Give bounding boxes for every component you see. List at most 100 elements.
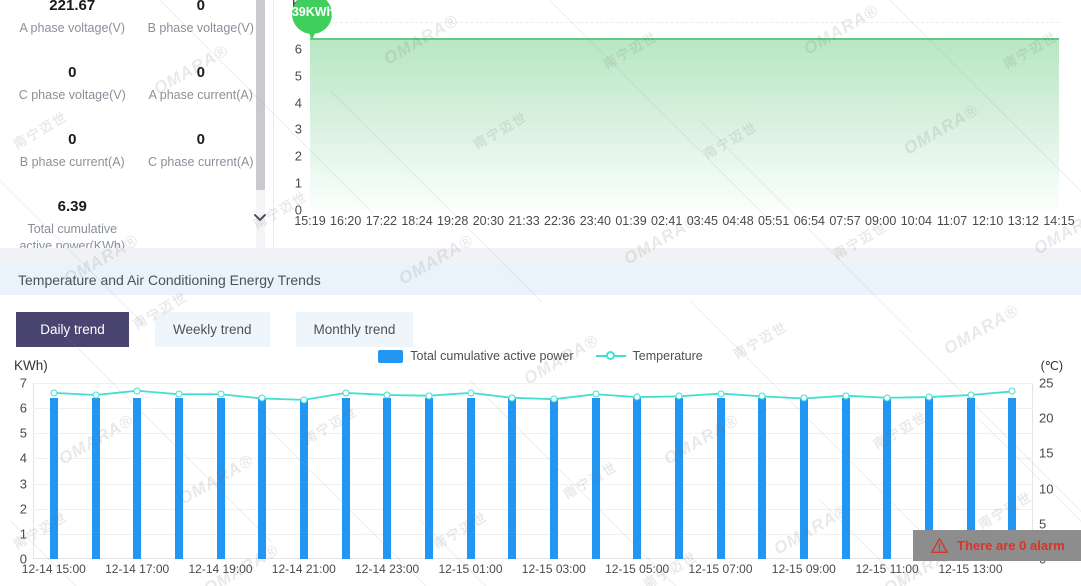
legend-item-total-cumulative-active-power[interactable]: Total cumulative active power <box>378 349 573 363</box>
temperature-data-point[interactable] <box>92 391 99 398</box>
temperature-data-point[interactable] <box>967 391 974 398</box>
top-chart-area-fill <box>310 38 1059 210</box>
bottom-chart-x-tick: 12-15 11:00 <box>856 562 919 576</box>
top-chart-gridline <box>310 22 1059 23</box>
top-chart-y-tick: 4 <box>295 95 302 110</box>
temperature-data-point[interactable] <box>384 391 391 398</box>
pin-tail <box>305 24 319 40</box>
kpi-label: B phase voltage(V) <box>139 20 264 37</box>
top-chart-x-tick: 12:10 <box>972 214 1003 228</box>
temperature-data-point[interactable] <box>717 390 724 397</box>
tab-daily-trend[interactable]: Daily trend <box>16 312 129 347</box>
temperature-data-point[interactable] <box>217 391 224 398</box>
top-chart-x-tick: 15:19 <box>294 214 325 228</box>
alarm-text: There are 0 alarm <box>957 538 1065 553</box>
legend-item-temperature[interactable]: Temperature <box>596 349 703 363</box>
kpi-a-phase-voltage: 221.67 A phase voltage(V) <box>8 0 137 39</box>
temperature-data-point[interactable] <box>134 387 141 394</box>
kpi-label: C phase current(A) <box>139 154 264 171</box>
tab-weekly-trend[interactable]: Weekly trend <box>155 312 270 347</box>
top-chart-x-tick: 02:41 <box>651 214 682 228</box>
top-chart-x-tick: 03:45 <box>687 214 718 228</box>
temperature-data-point[interactable] <box>592 391 599 398</box>
temperature-data-point[interactable] <box>1009 388 1016 395</box>
temperature-data-point[interactable] <box>342 389 349 396</box>
top-chart-x-tick: 11:07 <box>937 214 967 228</box>
tab-label: Daily trend <box>40 322 105 337</box>
top-chart-x-tick: 22:36 <box>544 214 575 228</box>
kpi-label: A phase voltage(V) <box>10 20 135 37</box>
kpi-value: 0 <box>139 0 264 16</box>
legend-label: Temperature <box>633 349 703 363</box>
temperature-data-point[interactable] <box>925 394 932 401</box>
temperature-line-series <box>33 383 1033 559</box>
temperature-data-point[interactable] <box>550 396 557 403</box>
bottom-chart-x-tick: 12-15 01:00 <box>438 562 502 576</box>
top-chart-x-tick: 23:40 <box>580 214 611 228</box>
tab-label: Weekly trend <box>173 322 252 337</box>
temperature-data-point[interactable] <box>509 394 516 401</box>
top-chart-x-tick: 09:00 <box>865 214 896 228</box>
kpi-value: 221.67 <box>10 0 135 16</box>
temperature-data-point[interactable] <box>467 389 474 396</box>
temperature-data-point[interactable] <box>300 396 307 403</box>
kpi-total-cumulative-active-power: 6.39 Total cumulative active power(KWh) <box>8 195 137 248</box>
temperature-data-point[interactable] <box>259 395 266 402</box>
temperature-data-point[interactable] <box>675 393 682 400</box>
temperature-data-point[interactable] <box>842 392 849 399</box>
top-chart-y-tick: 5 <box>295 68 302 83</box>
bottom-chart-legend: Total cumulative active power Temperatur… <box>0 349 1081 363</box>
top-chart-y-tick: 1 <box>295 176 302 191</box>
bottom-chart-left-y-tick: 4 <box>20 451 27 466</box>
bottom-chart-left-y-tick: 5 <box>20 426 27 441</box>
top-chart-y-tick: 6 <box>295 41 302 56</box>
bottom-chart-x-tick: 12-15 03:00 <box>522 562 586 576</box>
temperature-data-point[interactable] <box>800 395 807 402</box>
bottom-chart-x-tick: 12-14 21:00 <box>272 562 336 576</box>
top-chart-x-tick: 13:12 <box>1008 214 1039 228</box>
top-chart-x-tick: 20:30 <box>473 214 504 228</box>
temperature-data-point[interactable] <box>759 393 766 400</box>
top-chart-x-tick: 21:33 <box>508 214 539 228</box>
bottom-chart-left-y-tick: 3 <box>20 476 27 491</box>
kpi-panel: 221.67 A phase voltage(V) 0 B phase volt… <box>0 0 274 248</box>
kpi-b-phase-current: 0 B phase current(A) <box>8 128 137 173</box>
bottom-chart-x-tick: 12-15 05:00 <box>605 562 669 576</box>
temperature-data-point[interactable] <box>884 394 891 401</box>
kpi-c-phase-voltage: 0 C phase voltage(V) <box>8 61 137 106</box>
temperature-data-point[interactable] <box>50 389 57 396</box>
bottom-chart-left-y-tick: 2 <box>20 501 27 516</box>
kpi-label: A phase current(A) <box>139 87 264 104</box>
top-chart-x-tick: 14:15 <box>1043 214 1074 228</box>
chevron-down-icon[interactable] <box>251 208 269 226</box>
bottom-chart-x-tick: 12-15 13:00 <box>938 562 1002 576</box>
top-section: 221.67 A phase voltage(V) 0 B phase volt… <box>0 0 1081 248</box>
top-chart-x-tick: 18:24 <box>401 214 432 228</box>
tab-monthly-trend[interactable]: Monthly trend <box>296 312 414 347</box>
kpi-value: 0 <box>10 63 135 83</box>
top-chart-x-tick: 07:57 <box>829 214 860 228</box>
temperature-data-point[interactable] <box>425 392 432 399</box>
temperature-data-point[interactable] <box>634 394 641 401</box>
kpi-label: B phase current(A) <box>10 154 135 171</box>
section-title: Temperature and Air Conditioning Energy … <box>0 264 1081 295</box>
top-chart-y-tick: 3 <box>295 122 302 137</box>
pin-label: 39KWh <box>291 5 335 19</box>
top-chart-x-ticks: 15:1916:2017:2218:2419:2820:3021:3322:36… <box>310 214 1059 232</box>
temperature-data-point[interactable] <box>175 391 182 398</box>
bottom-chart-right-y-tick: 10 <box>1039 481 1053 496</box>
peak-value-pin-marker: 39KWh <box>292 0 332 42</box>
bottom-chart-right-y-tick: 25 <box>1039 376 1053 391</box>
scrollbar-thumb[interactable] <box>256 0 265 190</box>
alarm-toast[interactable]: There are 0 alarm <box>913 530 1081 561</box>
bottom-chart-right-y-tick: 20 <box>1039 411 1053 426</box>
top-chart-y-tick: 2 <box>295 149 302 164</box>
legend-label: Total cumulative active power <box>410 349 573 363</box>
legend-line-swatch-icon <box>596 350 626 362</box>
top-chart-x-tick: 06:54 <box>794 214 825 228</box>
kpi-grid: 221.67 A phase voltage(V) 0 B phase volt… <box>0 0 273 248</box>
top-chart-y-ticks: 01234567 <box>274 22 308 210</box>
top-chart-x-tick: 16:20 <box>330 214 361 228</box>
kpi-label: C phase voltage(V) <box>10 87 135 104</box>
bottom-chart-x-tick: 12-14 15:00 <box>22 562 86 576</box>
